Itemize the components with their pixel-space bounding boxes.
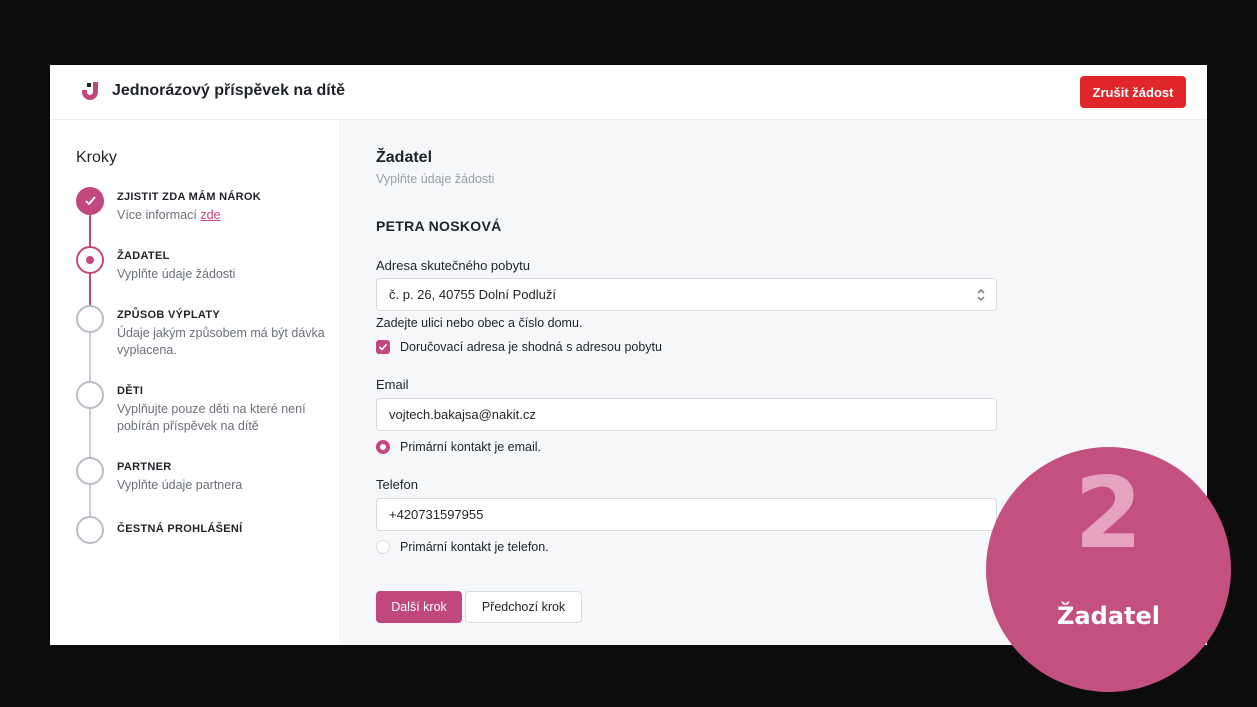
step-indicator	[76, 381, 104, 409]
applicant-name: PETRA NOSKOVÁ	[376, 218, 502, 234]
step-title: DĚTI	[117, 385, 144, 397]
steps-heading: Kroky	[76, 149, 117, 166]
step-badge-label: Žadatel	[1057, 602, 1160, 630]
primary-contact-phone-radio[interactable]	[376, 540, 390, 554]
step-title: ZPŮSOB VÝPLATY	[117, 309, 221, 321]
step-connector	[89, 274, 91, 308]
phone-field[interactable]: +420731597955	[376, 498, 997, 531]
same-delivery-address-label: Doručovací adresa je shodná s adresou po…	[400, 340, 662, 354]
select-chevrons-icon	[977, 289, 985, 301]
primary-contact-email-label: Primární kontakt je email.	[400, 440, 542, 454]
step-description: Vyplňte údaje žádosti	[117, 267, 236, 281]
section-subtitle: Vyplňte údaje žádosti	[376, 172, 495, 186]
step-badge: 2 Žadatel	[986, 447, 1231, 692]
address-value: č. p. 26, 40755 Dolní Podluží	[389, 287, 556, 302]
previous-step-button[interactable]: Předchozí krok	[465, 591, 582, 623]
cancel-application-button[interactable]: Zrušit žádost	[1080, 76, 1186, 108]
step-description: Vyplňujte pouze děti na které není pobír…	[117, 402, 306, 433]
step-connector	[89, 215, 91, 249]
address-select[interactable]: č. p. 26, 40755 Dolní Podluží	[376, 278, 997, 311]
step-indicator	[76, 305, 104, 333]
step-title: PARTNER	[117, 461, 172, 473]
section-title: Žadatel	[376, 149, 433, 166]
address-hint: Zadejte ulici nebo obec a číslo domu.	[376, 316, 583, 330]
step-description: Více informací zde	[117, 208, 221, 222]
step-connector	[89, 333, 91, 383]
more-info-link[interactable]: zde	[200, 208, 220, 222]
step-done-indicator	[76, 187, 104, 215]
step-title: ČESTNÁ PROHLÁŠENÍ	[117, 523, 243, 535]
same-delivery-address-checkbox[interactable]	[376, 340, 390, 354]
email-value: vojtech.bakajsa@nakit.cz	[389, 407, 536, 422]
step-badge-number: 2	[1074, 457, 1143, 571]
check-icon	[85, 196, 96, 206]
step-indicator	[76, 457, 104, 485]
address-label: Adresa skutečného pobytu	[376, 258, 530, 273]
step-description: Údaje jakým způsobem má být dávka vyplac…	[117, 326, 325, 357]
app-logo-icon	[82, 82, 98, 100]
step-indicator	[76, 516, 104, 544]
step-connector	[89, 409, 91, 459]
next-step-button[interactable]: Další krok	[376, 591, 462, 623]
step-description: Vyplňte údaje partnera	[117, 478, 243, 492]
top-bar: Jednorázový příspěvek na dítě Zrušit žád…	[50, 65, 1207, 120]
app-title: Jednorázový příspěvek na dítě	[112, 82, 345, 99]
step-current-indicator	[76, 246, 104, 274]
step-title: ŽADATEL	[117, 250, 170, 262]
phone-value: +420731597955	[389, 507, 484, 522]
email-label: Email	[376, 377, 409, 392]
check-icon	[378, 343, 388, 351]
step-connector	[89, 485, 91, 518]
primary-contact-phone-label: Primární kontakt je telefon.	[400, 540, 549, 554]
email-field[interactable]: vojtech.bakajsa@nakit.cz	[376, 398, 997, 431]
steps-sidebar: Kroky ZJISTIT ZDA MÁM NÁROK Více informa…	[50, 120, 341, 645]
primary-contact-email-radio[interactable]	[376, 440, 390, 454]
step-title: ZJISTIT ZDA MÁM NÁROK	[117, 191, 261, 203]
phone-label: Telefon	[376, 477, 418, 492]
